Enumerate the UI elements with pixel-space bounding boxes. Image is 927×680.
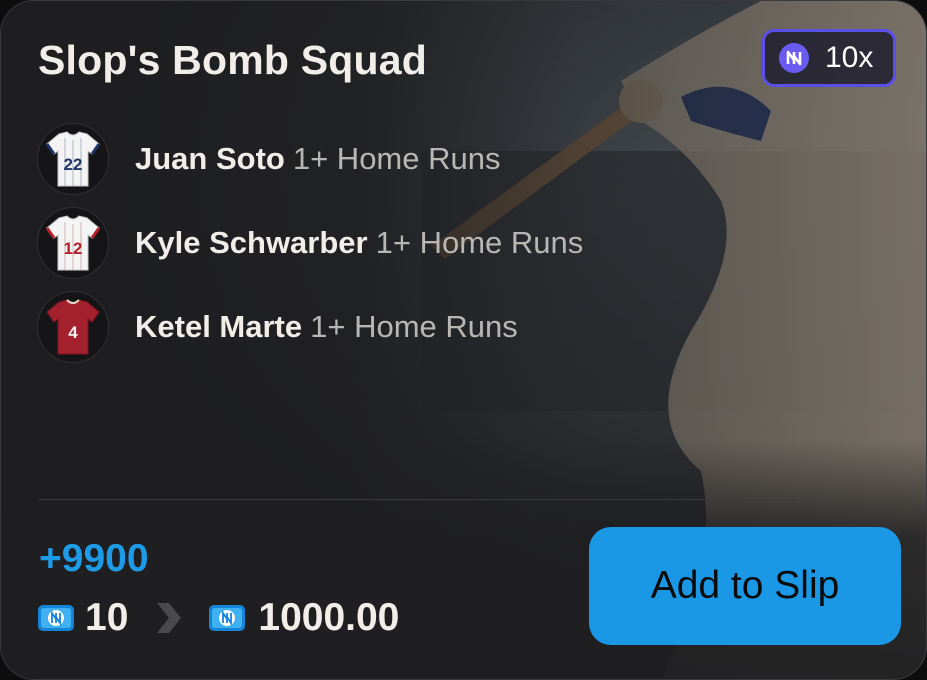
jersey-icon: 4	[37, 291, 109, 363]
leg-item[interactable]: 4 Ketel Marte 1+ Home Runs	[37, 285, 583, 369]
leg-item[interactable]: 22 Juan Soto 1+ Home Runs	[37, 117, 583, 201]
player-name: Juan Soto	[135, 141, 285, 176]
chevron-right-icon	[154, 602, 182, 634]
jersey-number: 22	[64, 155, 83, 174]
market-label: 1+ Home Runs	[292, 141, 501, 176]
parlay-title: Slop's Bomb Squad	[38, 37, 427, 83]
multiplier-value: 10x	[825, 41, 874, 74]
leg-item[interactable]: 12 Kyle Schwarber 1+ Home Runs	[37, 201, 583, 285]
market-label: 1+ Home Runs	[375, 225, 584, 260]
add-to-slip-button[interactable]: Add to Slip	[589, 527, 901, 645]
jersey-icon: 12	[37, 207, 109, 279]
payout-amount: 1000.00	[258, 596, 400, 639]
multiplier-badge: 10x	[762, 29, 896, 87]
divider	[38, 499, 798, 500]
ticket-coin-icon	[37, 603, 75, 633]
n-coin-icon	[779, 43, 809, 73]
ticket-coin-icon	[208, 603, 246, 633]
player-name: Kyle Schwarber	[135, 225, 368, 260]
parlay-card[interactable]: Slop's Bomb Squad 10x 22 Juan Soto 1+ Ho…	[0, 0, 927, 680]
market-label: 1+ Home Runs	[310, 309, 518, 344]
stake-amount: 10	[85, 596, 129, 639]
leg-list: 22 Juan Soto 1+ Home Runs 12 Kyle Schwar…	[37, 117, 583, 369]
jersey-number: 4	[68, 323, 78, 342]
player-name: Ketel Marte	[135, 309, 303, 344]
jersey-icon: 22	[37, 123, 109, 195]
jersey-number: 12	[64, 239, 83, 258]
odds-value: +9900	[39, 537, 149, 580]
payout-row: 10 1000.00	[37, 595, 399, 641]
